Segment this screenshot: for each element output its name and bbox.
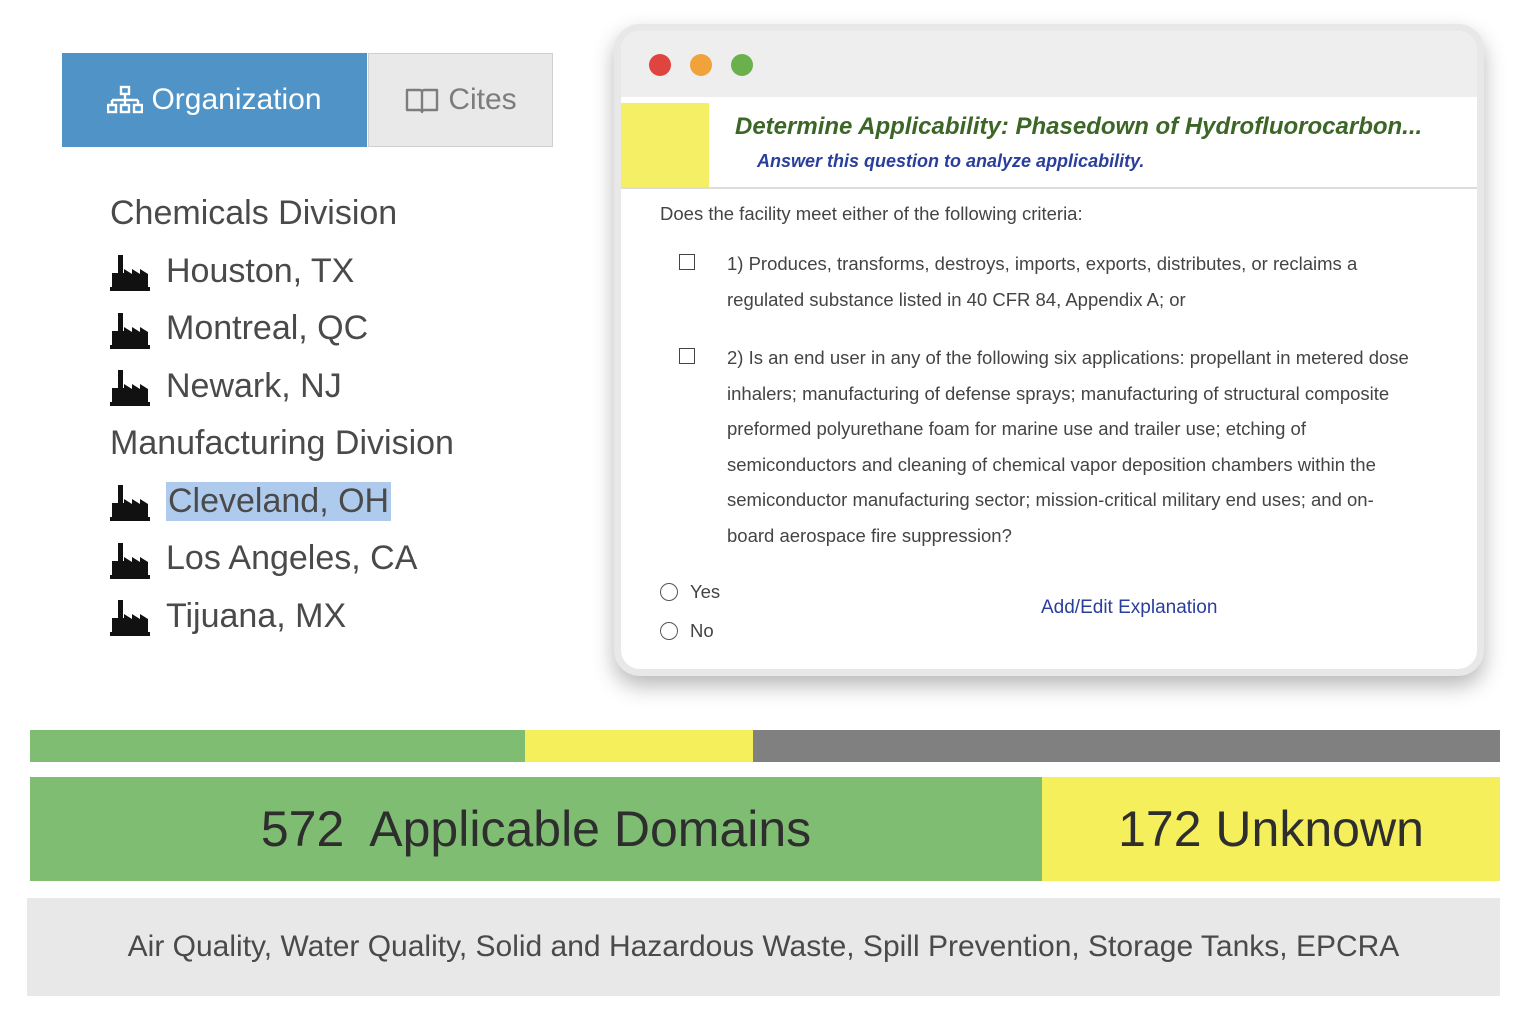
maximize-window-dot[interactable] <box>731 54 753 76</box>
division-label: Chemicals Division <box>110 194 398 233</box>
tab-cites[interactable]: Cites <box>368 53 553 147</box>
factory-icon <box>110 370 150 407</box>
applicability-progress-bar <box>30 730 1500 762</box>
criterion-item: 1) Produces, transforms, destroys, impor… <box>679 246 1419 317</box>
tree-facility-houston[interactable]: Houston, TX <box>110 243 590 301</box>
org-chart-icon <box>107 85 144 114</box>
organization-tree: Chemicals Division Houston, TX Montreal,… <box>110 185 590 645</box>
add-edit-explanation-link[interactable]: Add/Edit Explanation <box>1041 597 1217 619</box>
question-header: Determine Applicability: Phasedown of Hy… <box>621 103 1477 189</box>
facility-label-selected: Cleveland, OH <box>166 481 392 521</box>
factory-icon <box>110 312 150 349</box>
question-prompt: Does the facility meet either of the fol… <box>660 203 1083 224</box>
window-titlebar <box>621 31 1477 97</box>
tab-organization[interactable]: Organization <box>62 53 367 147</box>
facility-label: Montreal, QC <box>166 309 369 348</box>
facility-label: Houston, TX <box>166 251 355 290</box>
status-indicator-unknown <box>621 103 709 187</box>
factory-icon <box>110 542 150 579</box>
yes-label: Yes <box>690 581 721 602</box>
answer-no-option[interactable]: No <box>660 620 714 642</box>
progress-segment-applicable <box>30 730 525 762</box>
criterion-1-text: 1) Produces, transforms, destroys, impor… <box>727 253 1358 310</box>
criterion-1-checkbox[interactable] <box>679 254 695 270</box>
unknown-summary: 172 Unknown <box>1042 777 1500 881</box>
tree-facility-tijuana[interactable]: Tijuana, MX <box>110 588 590 646</box>
tree-division-chemicals[interactable]: Chemicals Division <box>110 185 590 243</box>
tab-cites-label: Cites <box>448 83 517 116</box>
tree-facility-montreal[interactable]: Montreal, QC <box>110 300 590 358</box>
question-title: Determine Applicability: Phasedown of Hy… <box>735 113 1423 140</box>
division-label: Manufacturing Division <box>110 424 454 463</box>
question-subtitle: Answer this question to analyze applicab… <box>757 151 1145 171</box>
close-window-dot[interactable] <box>649 54 671 76</box>
tab-organization-label: Organization <box>151 83 322 116</box>
tree-facility-los-angeles[interactable]: Los Angeles, CA <box>110 530 590 588</box>
criterion-2-text: 2) Is an end user in any of the followin… <box>727 347 1409 546</box>
progress-segment-unknown <box>525 730 753 762</box>
domains-list: Air Quality, Water Quality, Solid and Ha… <box>27 898 1500 996</box>
no-label: No <box>690 620 714 641</box>
yes-radio[interactable] <box>660 583 678 601</box>
factory-icon <box>110 485 150 522</box>
book-icon <box>406 88 439 114</box>
factory-icon <box>110 255 150 292</box>
tree-facility-cleveland[interactable]: Cleveland, OH <box>110 473 590 531</box>
facility-label: Tijuana, MX <box>166 596 347 635</box>
tree-facility-newark[interactable]: Newark, NJ <box>110 358 590 416</box>
answer-yes-option[interactable]: Yes <box>660 581 720 603</box>
no-radio[interactable] <box>660 622 678 640</box>
factory-icon <box>110 600 150 637</box>
criterion-item: 2) Is an end user in any of the followin… <box>679 340 1419 553</box>
minimize-window-dot[interactable] <box>690 54 712 76</box>
question-window: Determine Applicability: Phasedown of Hy… <box>614 24 1484 676</box>
tree-division-manufacturing[interactable]: Manufacturing Division <box>110 415 590 473</box>
facility-label: Los Angeles, CA <box>166 539 418 578</box>
criterion-2-checkbox[interactable] <box>679 348 695 364</box>
facility-label: Newark, NJ <box>166 366 342 405</box>
applicable-domains-summary: 572 Applicable Domains <box>30 777 1042 881</box>
